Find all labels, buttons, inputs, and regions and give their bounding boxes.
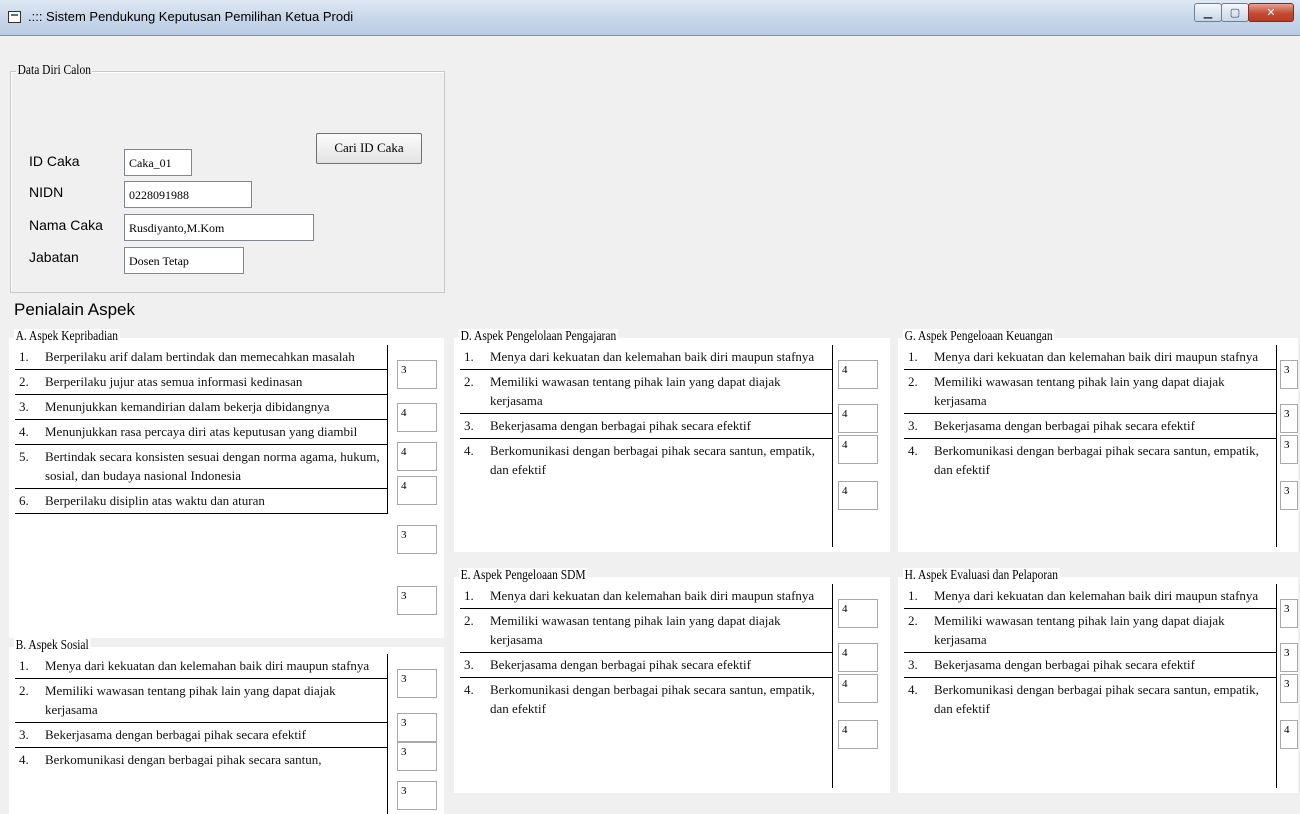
- jabatan-field[interactable]: Dosen Tetap: [124, 247, 244, 274]
- score-input[interactable]: 4: [397, 476, 437, 505]
- cari-id-caka-button[interactable]: Cari ID Caka: [316, 133, 422, 164]
- score-input[interactable]: 4: [1280, 720, 1298, 749]
- aspek-a-list[interactable]: 1. Berperilaku arif dalam bertindak dan m…: [15, 345, 388, 514]
- score-input[interactable]: 3: [397, 781, 437, 810]
- list-item[interactable]: 4. Berkomunikasi dengan berbagai pihak se…: [904, 678, 1276, 721]
- aspek-b-list[interactable]: 1. Menya dari kekuatan dan kelemahan baik…: [15, 654, 388, 814]
- score-input[interactable]: 3: [397, 360, 437, 389]
- score-input[interactable]: 4: [397, 442, 437, 471]
- aspek-g-list[interactable]: 1. Menya dari kekuatan dan kelemahan baik…: [904, 345, 1277, 547]
- aspek-a-group: A. Aspek Kepribadian 1. Berperilaku arif …: [9, 329, 444, 638]
- aspek-h-list[interactable]: 1. Menya dari kekuatan dan kelemahan baik…: [904, 584, 1277, 788]
- list-item[interactable]: 2. Memiliki wawasan tentang pihak lain ya…: [460, 609, 832, 653]
- list-item[interactable]: 1. Berperilaku arif dalam bertindak dan m…: [15, 345, 387, 370]
- nidn-field[interactable]: 0228091988: [124, 181, 252, 208]
- aspek-d-legend: D. Aspek Pengelolaan Pengajaran: [459, 329, 618, 345]
- list-item[interactable]: 1. Menya dari kekuatan dan kelemahan baik…: [460, 345, 832, 370]
- list-item[interactable]: 2. Berperilaku jujur atas semua informasi…: [15, 370, 387, 395]
- list-item[interactable]: 1. Menya dari kekuatan dan kelemahan baik…: [460, 584, 832, 609]
- aspek-h-legend: H. Aspek Evaluasi dan Pelaporan: [903, 568, 1060, 584]
- list-item[interactable]: 2. Memiliki wawasan tentang pihak lain ya…: [904, 370, 1276, 414]
- list-item[interactable]: 4. Berkomunikasi dengan berbagai pihak se…: [15, 748, 387, 772]
- close-button[interactable]: ✕: [1248, 3, 1294, 22]
- score-input[interactable]: 4: [838, 599, 878, 628]
- list-item[interactable]: 4. Berkomunikasi dengan berbagai pihak se…: [904, 439, 1276, 482]
- list-item[interactable]: 1. Menya dari kekuatan dan kelemahan baik…: [904, 345, 1276, 370]
- nama-caka-label: Nama Caka: [29, 217, 103, 233]
- score-input[interactable]: 3: [397, 525, 437, 554]
- list-item[interactable]: 3. Bekerjasama dengan berbagai pihak seca…: [904, 653, 1276, 678]
- score-input[interactable]: 3: [397, 669, 437, 698]
- list-item[interactable]: 4. Berkomunikasi dengan berbagai pihak se…: [460, 678, 832, 721]
- score-input[interactable]: 3: [397, 586, 437, 615]
- score-input[interactable]: 4: [838, 481, 878, 510]
- score-input[interactable]: 4: [838, 720, 878, 749]
- list-item[interactable]: 1. Menya dari kekuatan dan kelemahan baik…: [15, 654, 387, 679]
- aspek-g-group: G. Aspek Pengeloaan Keuangan 1. Menya dar…: [898, 329, 1298, 552]
- list-item[interactable]: 3. Bekerjasama dengan berbagai pihak seca…: [460, 414, 832, 439]
- aspek-h-group: H. Aspek Evaluasi dan Pelaporan 1. Menya …: [898, 568, 1298, 793]
- score-input[interactable]: 3: [397, 713, 437, 742]
- score-input[interactable]: 3: [1280, 435, 1298, 464]
- score-input[interactable]: 3: [1280, 643, 1298, 672]
- nidn-label: NIDN: [29, 184, 64, 200]
- list-item[interactable]: 4. Berkomunikasi dengan berbagai pihak se…: [460, 439, 832, 482]
- list-item[interactable]: 3. Bekerjasama dengan berbagai pihak seca…: [904, 414, 1276, 439]
- list-item[interactable]: 3. Bekerjasama dengan berbagai pihak seca…: [460, 653, 832, 678]
- minimize-button[interactable]: ▁: [1194, 3, 1222, 22]
- section-title: Penialain Aspek: [14, 300, 135, 319]
- app-icon: [8, 11, 21, 23]
- score-input[interactable]: 3: [1280, 404, 1298, 433]
- score-input[interactable]: 3: [1280, 599, 1298, 628]
- score-input[interactable]: 3: [1280, 674, 1298, 703]
- aspek-b-group: B. Aspek Sosial 1. Menya dari kekuatan da…: [9, 638, 444, 814]
- list-item[interactable]: 3. Bekerjasama dengan berbagai pihak seca…: [15, 723, 387, 748]
- aspek-b-legend: B. Aspek Sosial: [14, 638, 91, 654]
- aspek-d-group: D. Aspek Pengelolaan Pengajaran 1. Menya …: [454, 329, 890, 552]
- list-item[interactable]: 5. Bertindak secara konsisten sesuai deng…: [15, 445, 387, 489]
- nama-caka-field[interactable]: Rusdiyanto,M.Kom: [124, 214, 314, 241]
- score-input[interactable]: 4: [838, 643, 878, 672]
- list-item[interactable]: 6. Berperilaku disiplin atas waktu dan at…: [15, 489, 387, 514]
- list-item[interactable]: 3. Menunjukkan kemandirian dalam bekerja …: [15, 395, 387, 420]
- maximize-button[interactable]: ▢: [1221, 3, 1249, 22]
- jabatan-label: Jabatan: [29, 249, 79, 265]
- score-input[interactable]: 4: [838, 435, 878, 464]
- aspek-d-list[interactable]: 1. Menya dari kekuatan dan kelemahan baik…: [460, 345, 833, 547]
- score-input[interactable]: 4: [838, 404, 878, 433]
- title-bar: .::: Sistem Pendukung Keputusan Pemiliha…: [0, 0, 1300, 36]
- list-item[interactable]: 2. Memiliki wawasan tentang pihak lain ya…: [904, 609, 1276, 653]
- data-diri-legend: Data Diri Calon: [16, 63, 93, 79]
- data-diri-group: Data Diri Calon ID Caka Caka_01 NIDN 022…: [10, 63, 445, 293]
- aspek-e-group: E. Aspek Pengeloaan SDM 1. Menya dari kek…: [454, 568, 890, 793]
- id-caka-field[interactable]: Caka_01: [124, 149, 192, 176]
- score-input[interactable]: 4: [838, 360, 878, 389]
- score-input[interactable]: 3: [397, 742, 437, 771]
- score-input[interactable]: 4: [838, 674, 878, 703]
- aspek-e-legend: E. Aspek Pengeloaan SDM: [459, 568, 588, 584]
- id-caka-label: ID Caka: [29, 153, 80, 169]
- list-item[interactable]: 4. Menunjukkan rasa percaya diri atas kep…: [15, 420, 387, 445]
- score-input[interactable]: 3: [1280, 360, 1298, 389]
- score-input[interactable]: 3: [1280, 481, 1298, 510]
- aspek-g-legend: G. Aspek Pengeloaan Keuangan: [903, 329, 1055, 345]
- list-item[interactable]: 2. Memiliki wawasan tentang pihak lain ya…: [15, 679, 387, 723]
- aspek-e-list[interactable]: 1. Menya dari kekuatan dan kelemahan baik…: [460, 584, 833, 788]
- score-input[interactable]: 4: [397, 403, 437, 432]
- list-item[interactable]: 2. Memiliki wawasan tentang pihak lain ya…: [460, 370, 832, 414]
- aspek-a-legend: A. Aspek Kepribadian: [14, 329, 120, 345]
- client-area: Data Diri Calon ID Caka Caka_01 NIDN 022…: [2, 36, 1298, 814]
- window-title: .::: Sistem Pendukung Keputusan Pemiliha…: [28, 9, 354, 24]
- list-item[interactable]: 1. Menya dari kekuatan dan kelemahan baik…: [904, 584, 1276, 609]
